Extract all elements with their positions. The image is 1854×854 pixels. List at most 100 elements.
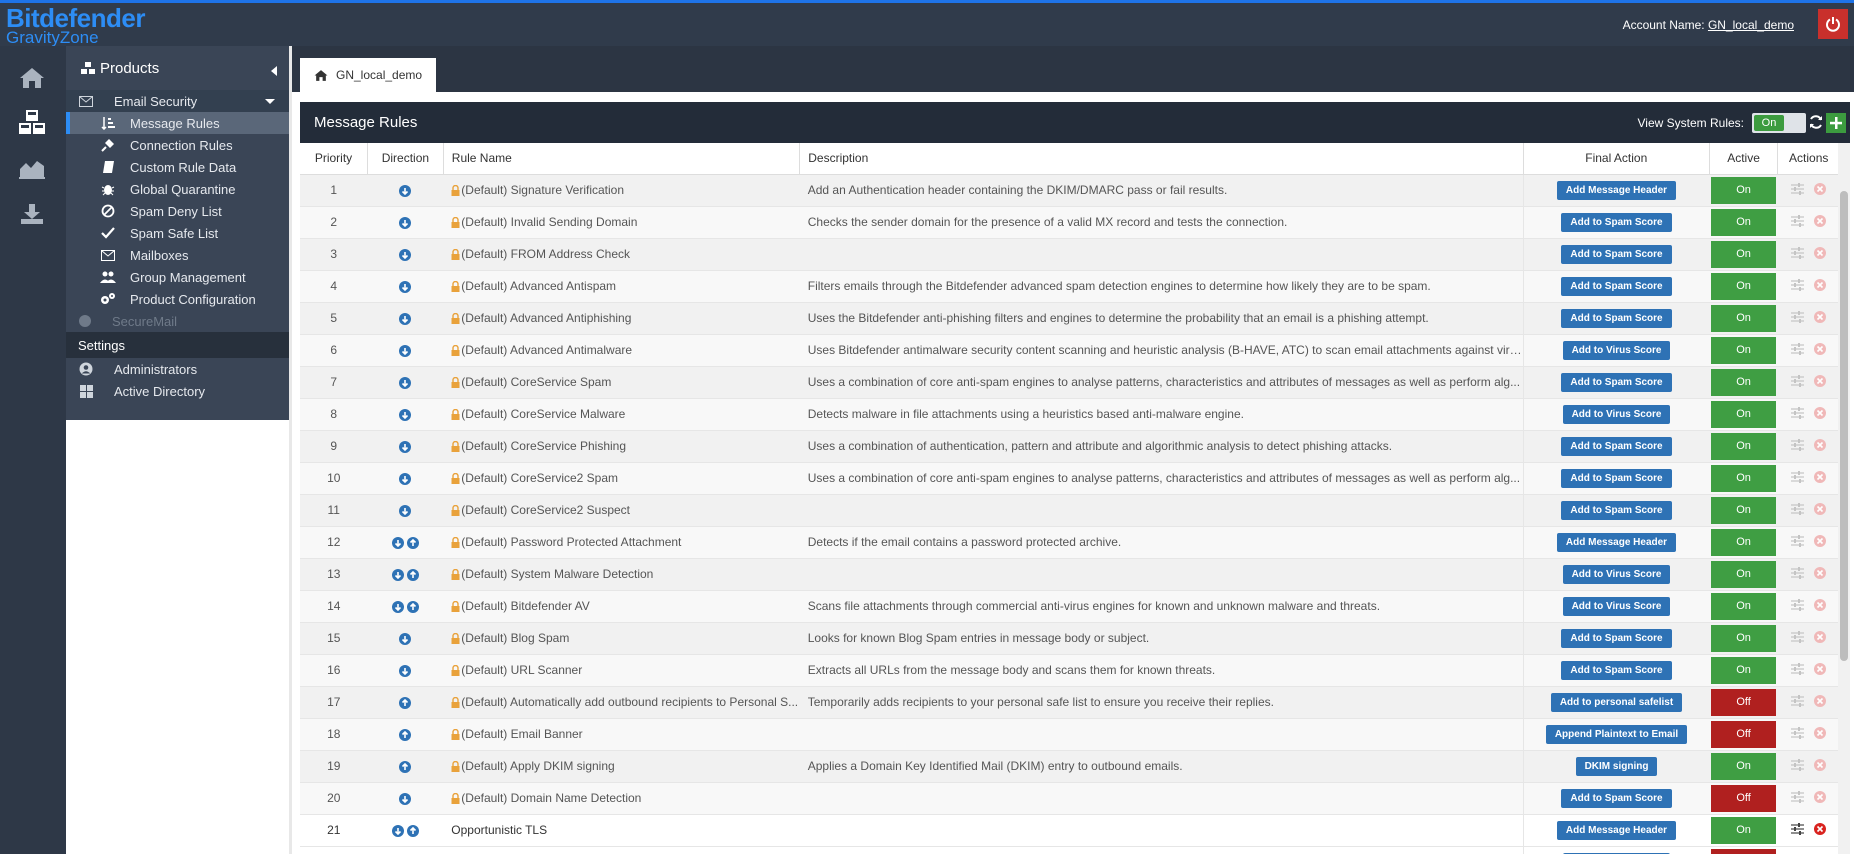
rule-name-cell[interactable]: (Default) Bitdefender AV [443, 590, 800, 623]
sliders-icon[interactable] [1791, 310, 1805, 323]
delete-icon[interactable] [1814, 566, 1827, 579]
sliders-icon[interactable] [1791, 342, 1805, 355]
logout-button[interactable] [1818, 9, 1848, 39]
final-action-badge[interactable]: Add Message Header [1556, 532, 1677, 552]
delete-icon[interactable] [1814, 246, 1827, 259]
tab-gn-local-demo[interactable]: GN_local_demo [300, 58, 437, 92]
final-action-badge[interactable]: Add to Spam Score [1561, 212, 1672, 232]
sliders-icon[interactable] [1791, 598, 1805, 611]
final-action-badge[interactable]: Add to Spam Score [1561, 244, 1672, 264]
final-action-badge[interactable]: Add to Virus Score [1562, 564, 1671, 584]
active-toggle[interactable]: On [1711, 208, 1776, 236]
delete-icon[interactable] [1814, 278, 1827, 291]
delete-icon[interactable] [1814, 598, 1827, 611]
sliders-icon[interactable] [1791, 182, 1805, 195]
table-row[interactable]: 15 (Default) Blog Spam Looks for known Blo… [300, 622, 1840, 655]
col-description[interactable]: Description [799, 143, 1524, 175]
delete-icon[interactable] [1814, 822, 1827, 835]
final-action-badge[interactable]: Add to personal safelist [1550, 692, 1683, 712]
delete-icon[interactable] [1814, 342, 1827, 355]
nav-item-custom-rule-data[interactable]: Custom Rule Data [66, 156, 289, 178]
rule-name-cell[interactable]: (Default) CoreService Phishing [443, 430, 800, 463]
table-scrollbar[interactable] [1838, 143, 1850, 854]
table-row[interactable]: 12 (Default) Password Protected Attachmen… [300, 526, 1840, 559]
rules-table-wrap[interactable]: Priority Direction Rule Name Description… [300, 143, 1850, 854]
final-action-badge[interactable]: Add to Spam Score [1561, 660, 1672, 680]
sliders-icon[interactable] [1791, 534, 1805, 547]
nav-item-spam-safe-list[interactable]: Spam Safe List [66, 222, 289, 244]
sliders-icon[interactable] [1791, 406, 1805, 419]
sliders-icon[interactable] [1791, 758, 1805, 771]
delete-icon[interactable] [1814, 694, 1827, 707]
sliders-icon[interactable] [1791, 278, 1805, 291]
table-row[interactable]: 8 (Default) CoreService Malware Detects ma… [300, 398, 1840, 431]
table-row[interactable]: 4 (Default) Advanced Antispam Filters emai… [300, 270, 1840, 303]
refresh-button[interactable] [1808, 114, 1824, 130]
rule-name-cell[interactable]: (Default) CoreService Malware [443, 398, 800, 431]
nav-item-product-configuration[interactable]: Product Configuration [66, 288, 289, 310]
delete-icon[interactable] [1814, 534, 1827, 547]
sliders-icon[interactable] [1791, 374, 1805, 387]
final-action-badge[interactable]: Append Plaintext to Email [1545, 724, 1688, 744]
final-action-badge[interactable]: Add Message Header [1556, 820, 1677, 840]
rule-name-cell[interactable]: (Default) FROM Address Check [443, 238, 800, 271]
nav-item-mailboxes[interactable]: Mailboxes [66, 244, 289, 266]
scrollbar-thumb[interactable] [1840, 191, 1848, 661]
nav-item-active-directory[interactable]: Active Directory [66, 380, 289, 402]
logo[interactable]: Bitdefender GravityZone [6, 5, 145, 46]
view-system-rules-toggle[interactable]: On [1752, 113, 1806, 133]
active-toggle[interactable]: On [1711, 496, 1776, 524]
active-toggle[interactable]: Off [1711, 688, 1776, 716]
rail-downloads[interactable] [14, 196, 50, 232]
final-action-badge[interactable]: Add to Spam Score [1561, 788, 1672, 808]
table-row[interactable]: 5 (Default) Advanced Antiphishing Uses the… [300, 302, 1840, 335]
table-row[interactable]: 14 (Default) Bitdefender AV Scans file att… [300, 590, 1840, 623]
final-action-badge[interactable]: Add to Virus Score [1562, 404, 1671, 424]
table-row[interactable]: 2 (Default) Invalid Sending Domain Checks … [300, 206, 1840, 239]
table-row[interactable]: 3 (Default) FROM Address Check Add to Spam… [300, 238, 1840, 271]
delete-icon[interactable] [1814, 438, 1827, 451]
active-toggle[interactable]: On [1711, 272, 1776, 300]
active-toggle[interactable]: On [1711, 240, 1776, 268]
sliders-icon[interactable] [1791, 726, 1805, 739]
active-toggle[interactable]: On [1711, 592, 1776, 620]
sliders-icon[interactable] [1791, 438, 1805, 451]
nav-item-message-rules[interactable]: Message Rules [66, 112, 289, 134]
sliders-icon[interactable] [1791, 630, 1805, 643]
final-action-badge[interactable]: Add to Virus Score [1562, 596, 1671, 616]
rule-name-cell[interactable]: (Default) CoreService Spam [443, 366, 800, 399]
rule-name-cell[interactable]: (Default) Signature Verification [443, 174, 800, 207]
table-row[interactable]: 10 (Default) CoreService2 Spam Uses a comb… [300, 462, 1840, 495]
active-toggle[interactable]: On [1711, 400, 1776, 428]
securemail-item[interactable]: SecureMail [66, 310, 289, 332]
rule-name-cell[interactable]: (Default) Email Banner [443, 718, 800, 751]
final-action-badge[interactable]: Add Message Header [1556, 180, 1677, 200]
table-row[interactable]: 1 (Default) Signature Verification Add an … [300, 174, 1840, 207]
rule-name-cell[interactable]: Macro and VBA Detection [443, 846, 800, 854]
products-header[interactable]: Products [66, 46, 289, 90]
active-toggle[interactable]: Off [1711, 720, 1776, 748]
delete-icon[interactable] [1814, 214, 1827, 227]
delete-icon[interactable] [1814, 502, 1827, 515]
delete-icon[interactable] [1814, 758, 1827, 771]
nav-gutter[interactable] [289, 46, 292, 854]
final-action-badge[interactable]: Add to Spam Score [1561, 308, 1672, 328]
final-action-badge[interactable]: Add to Spam Score [1561, 276, 1672, 296]
table-row[interactable]: 13 (Default) System Malware Detection Add … [300, 558, 1840, 591]
rule-name-cell[interactable]: (Default) URL Scanner [443, 654, 800, 687]
table-row[interactable]: 22 Macro and VBA Detection Add to Virus Sc… [300, 846, 1840, 854]
rail-home[interactable] [14, 60, 50, 96]
final-action-badge[interactable]: Add to Spam Score [1561, 436, 1672, 456]
sliders-icon[interactable] [1791, 470, 1805, 483]
delete-icon[interactable] [1814, 726, 1827, 739]
rule-name-cell[interactable]: (Default) CoreService2 Suspect [443, 494, 800, 527]
sliders-icon[interactable] [1791, 790, 1805, 803]
table-row[interactable]: 11 (Default) CoreService2 Suspect Add to S… [300, 494, 1840, 527]
delete-icon[interactable] [1814, 374, 1827, 387]
delete-icon[interactable] [1814, 662, 1827, 675]
email-security-group[interactable]: Email Security [66, 90, 289, 112]
rule-name-cell[interactable]: (Default) CoreService2 Spam [443, 462, 800, 495]
rule-name-cell[interactable]: Opportunistic TLS [443, 814, 800, 847]
active-toggle[interactable]: On [1711, 432, 1776, 460]
rail-products[interactable] [14, 104, 50, 140]
